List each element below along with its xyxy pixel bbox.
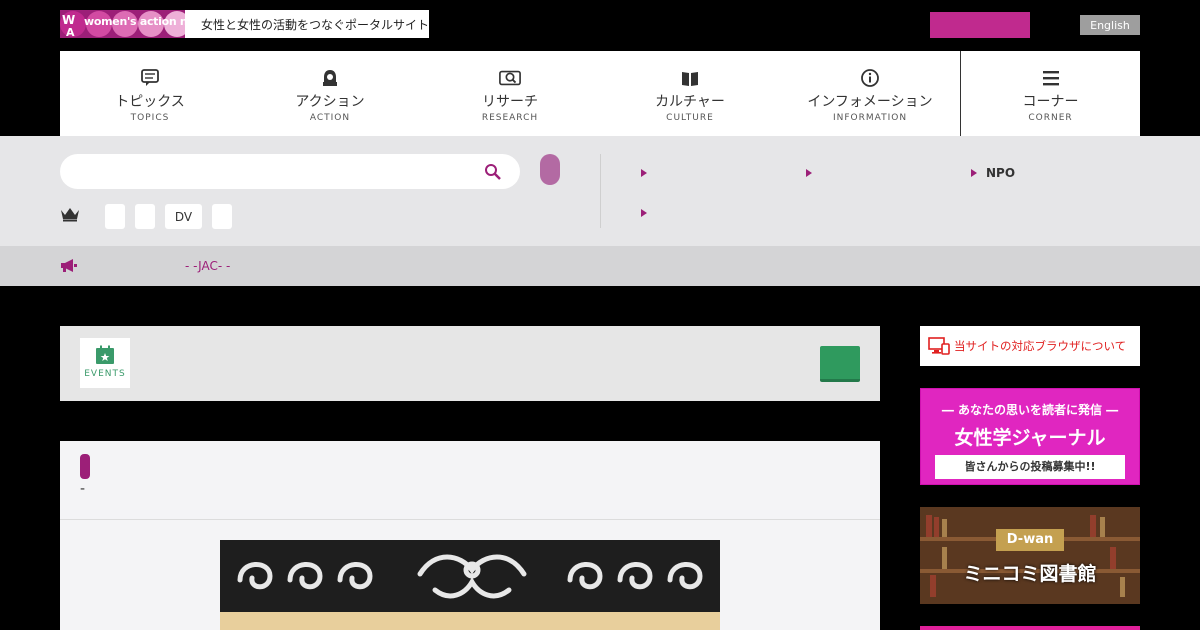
journal-ribbon-text: 皆さんからの投稿募集中!! — [964, 460, 1096, 473]
search-submit-button[interactable] — [540, 154, 560, 185]
logo-text: women's action network — [84, 15, 185, 28]
monitor-icon — [928, 337, 950, 355]
nav-label-ja: トピックス — [115, 94, 185, 110]
svg-text:A: A — [66, 26, 75, 38]
divider — [60, 519, 880, 520]
journal-title: 女性学ジャーナル — [954, 427, 1106, 449]
journal-top-text: ― あなたの思いを読者に発信 ― — [941, 403, 1119, 417]
megaphone-icon — [61, 259, 77, 272]
search-band: DV NPO — [0, 136, 1200, 246]
triangle-bullet-icon — [971, 169, 977, 177]
nav-label-en: INFORMATION — [832, 113, 908, 123]
dwan-tag: D-wan — [996, 529, 1064, 551]
nav-label-en: TOPICS — [130, 113, 170, 123]
search-icon[interactable] — [484, 163, 502, 181]
nav-label-ja: リサーチ — [482, 94, 538, 110]
journal-ribbon: 皆さんからの投稿募集中!! — [935, 455, 1125, 479]
nav-culture[interactable]: カルチャー CULTURE — [600, 51, 780, 136]
top-bar: W A women's action network 女性と女性の活動をつなぐポ… — [0, 0, 1200, 50]
nav-label-ja: カルチャー — [655, 94, 725, 110]
browser-support-text: 当サイトの対応ブラウザについて — [954, 339, 1127, 353]
news-bar: - -JAC- - — [0, 246, 1200, 286]
wan-logo-mark: W A women's action network — [60, 10, 185, 38]
ranking-tag[interactable] — [212, 204, 232, 229]
category-marker — [80, 454, 90, 479]
dwan-title: ミニコミ図書館 — [963, 563, 1097, 585]
ranking-tag[interactable] — [135, 204, 155, 229]
article-card: - — [60, 441, 880, 630]
triangle-bullet-icon — [641, 169, 647, 177]
ornament-pattern-image — [220, 540, 720, 612]
magnifier-icon — [499, 67, 521, 89]
nav-action[interactable]: アクション ACTION — [240, 51, 420, 136]
person-icon — [319, 67, 341, 89]
nav-information[interactable]: インフォメーション INFORMATION — [780, 51, 960, 136]
search-input[interactable] — [60, 154, 520, 189]
book-icon — [679, 67, 701, 89]
site-logo[interactable]: W A women's action network 女性と女性の活動をつなぐポ… — [60, 10, 429, 38]
nav-label-ja: インフォメーション — [807, 94, 933, 110]
nav-topics[interactable]: トピックス TOPICS — [60, 51, 240, 136]
article-subtitle: - — [80, 481, 86, 497]
menu-icon — [1040, 67, 1062, 89]
svg-text:W: W — [62, 13, 75, 27]
ranking-tag-dv[interactable]: DV — [165, 204, 202, 229]
article-image — [220, 540, 720, 630]
browser-support-banner[interactable]: 当サイトの対応ブラウザについて — [920, 326, 1140, 366]
logo-tagline: 女性と女性の活動をつなぐポータルサイト — [200, 17, 429, 32]
header-action-button[interactable] — [930, 12, 1030, 38]
news-ticker-text[interactable]: - -JAC- - — [185, 259, 230, 273]
events-action-button[interactable] — [820, 346, 860, 382]
nav-label-en: CULTURE — [666, 113, 714, 123]
calendar-icon — [96, 345, 114, 364]
events-badge: EVENTS — [80, 338, 130, 388]
ranking-tag[interactable] — [105, 204, 125, 229]
quick-link-npo[interactable]: NPO — [986, 166, 1015, 180]
wan-w-icon: W A — [62, 13, 75, 38]
triangle-bullet-icon — [641, 209, 647, 217]
nav-research[interactable]: リサーチ RESEARCH — [420, 51, 600, 136]
nav-label-ja: アクション — [295, 94, 365, 110]
nav-label-en: CORNER — [1028, 113, 1073, 123]
dwan-library-banner[interactable]: D-wan ミニコミ図書館 — [920, 507, 1140, 604]
events-label: EVENTS — [84, 369, 126, 379]
bookshelf-image — [920, 507, 1140, 604]
triangle-bullet-icon — [806, 169, 812, 177]
main-nav: トピックス TOPICS アクション ACTION リサーチ RESEARCH … — [60, 51, 1140, 136]
journal-banner[interactable]: ― あなたの思いを読者に発信 ― 女性学ジャーナル 皆さんからの投稿募集中!! — [920, 388, 1140, 485]
divider — [600, 154, 601, 228]
info-icon — [859, 67, 881, 89]
nav-label-ja: コーナー — [1022, 94, 1079, 110]
english-button[interactable]: English — [1080, 15, 1140, 35]
events-header: EVENTS — [60, 326, 880, 401]
speech-bubble-icon — [139, 67, 161, 89]
nav-label-en: RESEARCH — [481, 113, 539, 123]
parchment-strip — [220, 612, 720, 630]
sidebar-banner-next[interactable] — [920, 626, 1140, 630]
crown-icon — [61, 208, 79, 222]
nav-label-en: ACTION — [309, 113, 351, 123]
nav-corner[interactable]: コーナー CORNER — [960, 51, 1140, 136]
